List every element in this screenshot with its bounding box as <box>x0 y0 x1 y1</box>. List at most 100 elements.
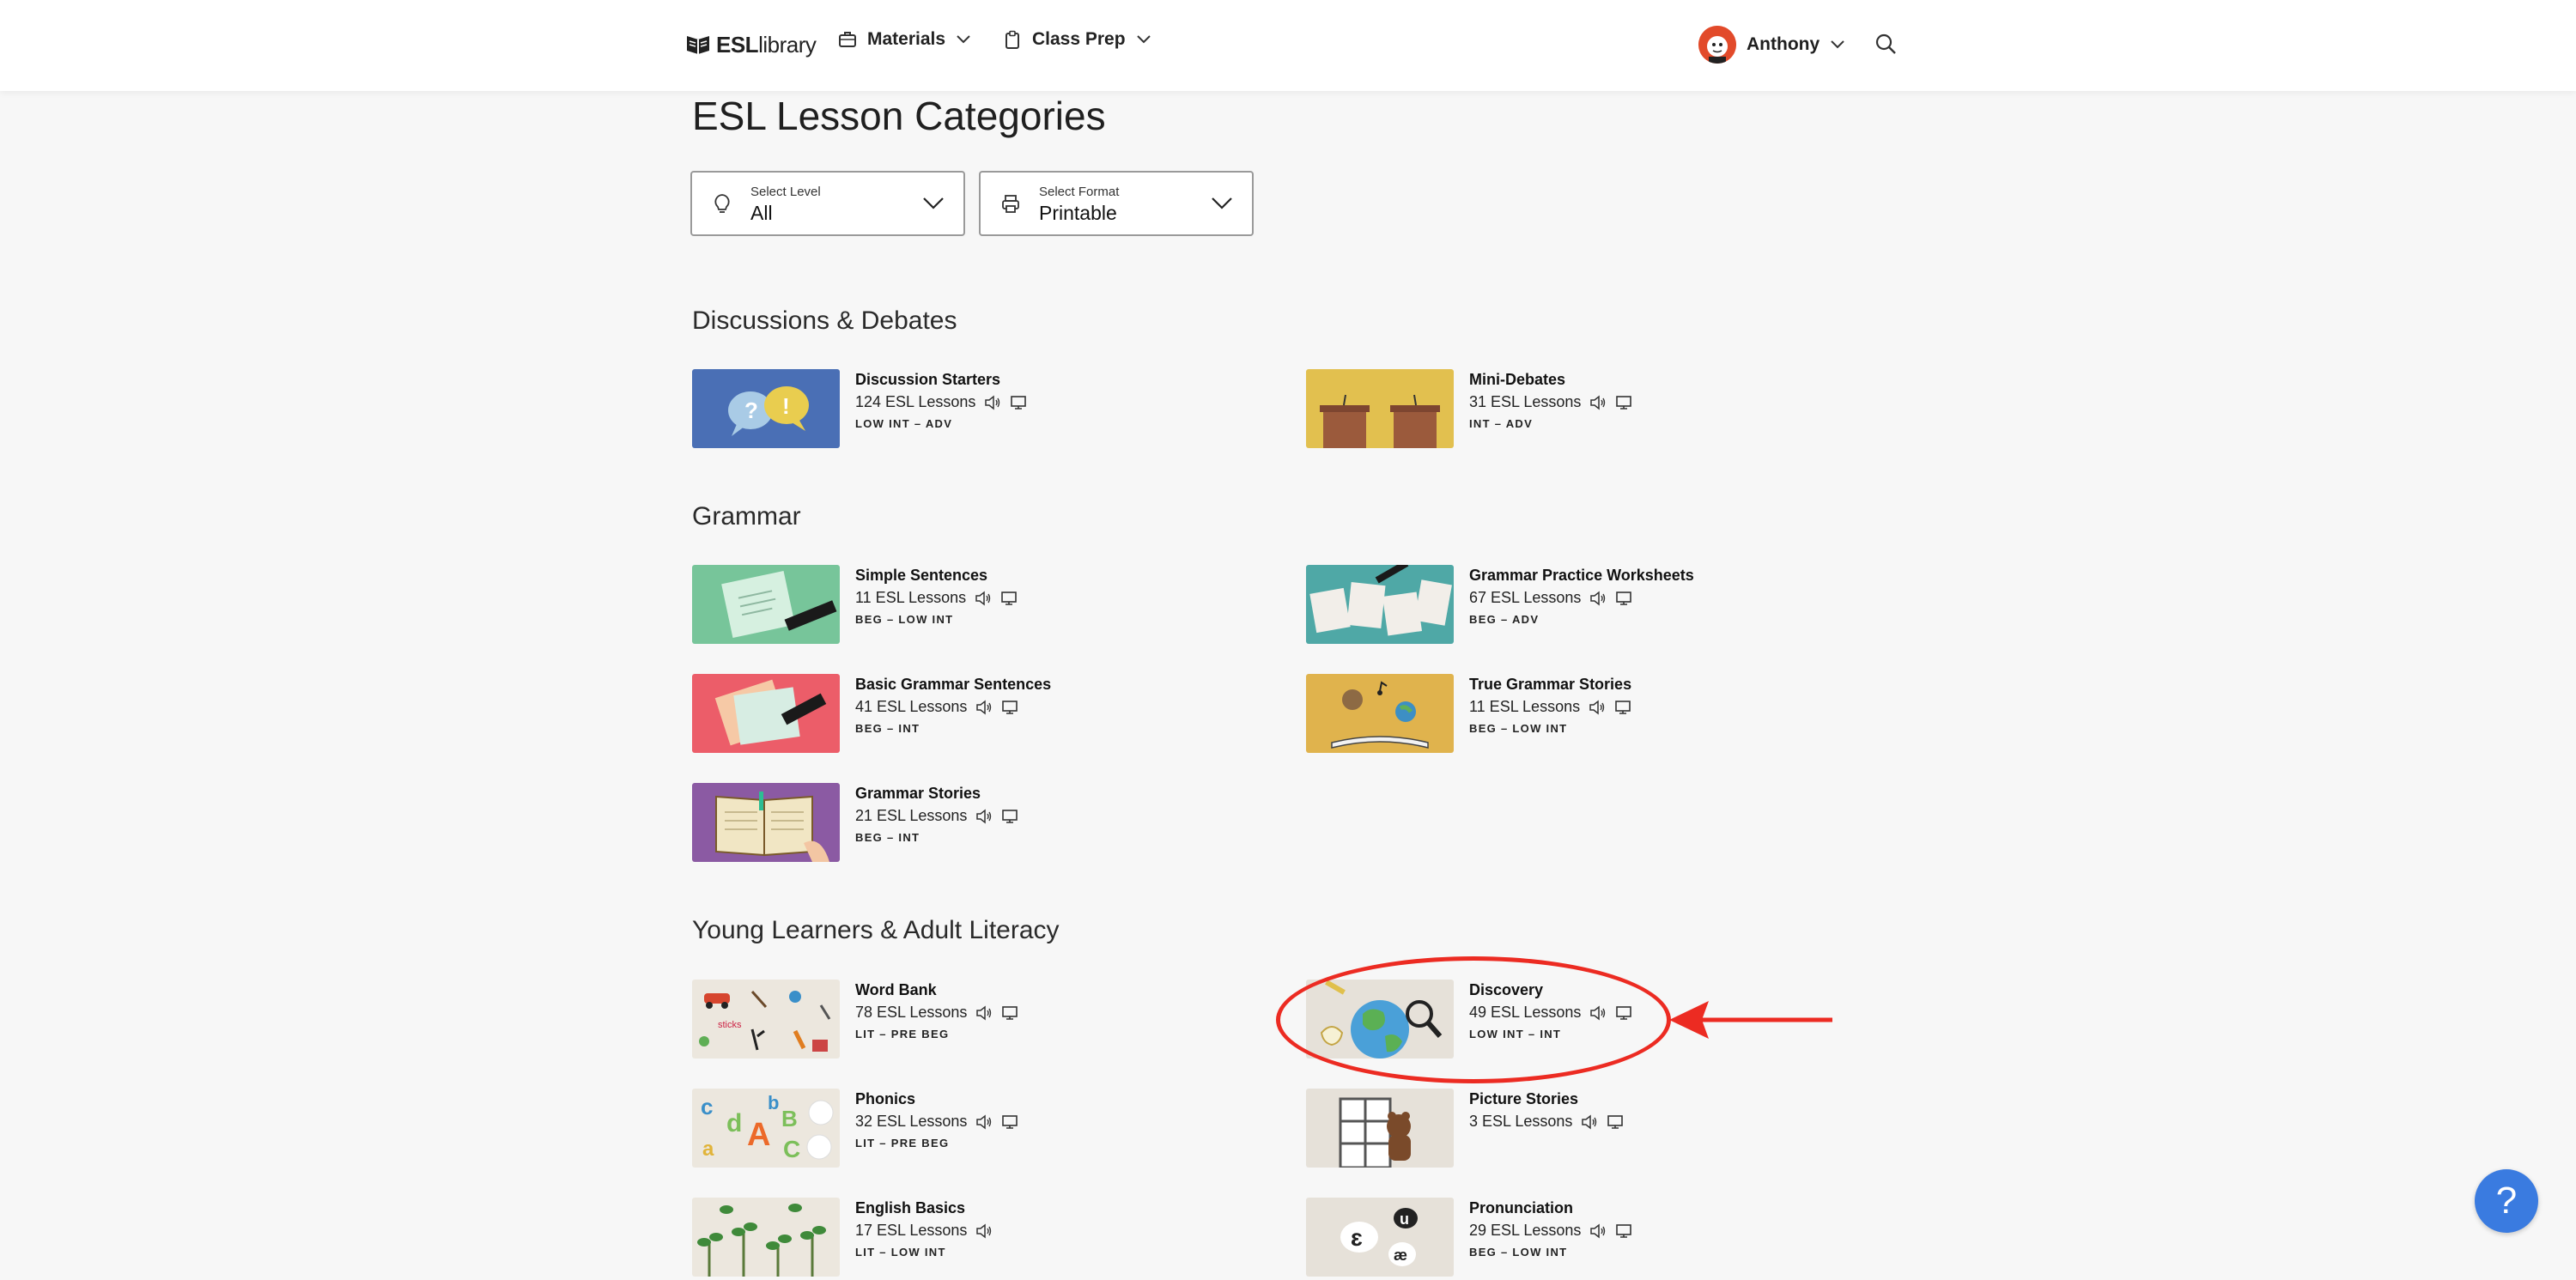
svg-text:C: C <box>783 1136 800 1162</box>
card-meta: 41 ESL Lessons <box>855 698 1018 716</box>
card-meta: 11 ESL Lessons <box>855 589 1018 607</box>
category-card-mini-debates[interactable]: Mini-Debates 31 ESL Lessons INT – ADV <box>1306 369 1907 452</box>
category-card-word-bank[interactable]: sticks Word Bank 78 ESL Lessons LIT – PR… <box>692 980 1293 1062</box>
category-card-true-grammar-stories[interactable]: True Grammar Stories 11 ESL Lessons BEG … <box>1306 674 1907 756</box>
thumbnail-true-grammar-stories <box>1306 674 1454 753</box>
category-card-english-basics[interactable]: English Basics 17 ESL Lessons LIT – LOW … <box>692 1198 1293 1280</box>
svg-text:c: c <box>701 1094 713 1119</box>
level-range: BEG – LOW INT <box>1469 722 1568 735</box>
user-avatar-icon <box>1698 26 1736 64</box>
card-title: Pronunciation <box>1469 1199 1573 1216</box>
category-card-grammar-stories[interactable]: Grammar Stories 21 ESL Lessons BEG – INT <box>692 783 1293 865</box>
esl-library-logo[interactable]: ESLlibrary <box>685 27 817 62</box>
thumbnail-pronunciation: ɛ u æ <box>1306 1198 1454 1277</box>
card-title: Discussion Starters <box>855 371 1001 388</box>
speaker-icon <box>976 699 992 715</box>
svg-text:u: u <box>1400 1210 1409 1228</box>
card-meta: 31 ESL Lessons <box>1469 393 1632 411</box>
lesson-count: 11 ESL Lessons <box>1469 698 1581 715</box>
section-title-young-learners: Young Learners & Adult Literacy <box>692 916 1060 944</box>
card-title: Basic Grammar Sentences <box>855 676 1052 693</box>
clipboard-icon <box>1005 30 1019 49</box>
card-meta: 17 ESL Lessons <box>855 1222 993 1240</box>
card-title: Mini-Debates <box>1469 371 1566 388</box>
speaker-icon <box>976 1222 992 1239</box>
svg-text:æ: æ <box>1394 1247 1407 1264</box>
lesson-count: 124 ESL Lessons <box>855 393 976 410</box>
user-name: Anthony <box>1747 34 1820 54</box>
lesson-count: 32 ESL Lessons <box>855 1113 968 1130</box>
monitor-icon <box>1616 395 1632 409</box>
svg-text:sticks: sticks <box>718 1020 742 1030</box>
level-range: LOW INT – ADV <box>855 417 953 430</box>
category-card-phonics[interactable]: c d A B C a b Phonics 32 ESL Lessons LIT… <box>692 1089 1293 1171</box>
thumbnail-grammar-practice-worksheets <box>1306 565 1454 644</box>
lesson-count: 21 ESL Lessons <box>855 807 968 824</box>
page-title: ESL Lesson Categories <box>692 94 1106 138</box>
lesson-count: 41 ESL Lessons <box>855 698 968 715</box>
avatar <box>1698 26 1736 64</box>
category-card-discussion-starters[interactable]: ? ! Discussion Starters 124 ESL Lessons … <box>692 369 1293 452</box>
speaker-icon <box>976 1004 992 1021</box>
lesson-count: 78 ESL Lessons <box>855 1004 968 1021</box>
monitor-icon <box>1011 395 1027 409</box>
section-title-discussions: Discussions & Debates <box>692 306 957 335</box>
category-card-picture-stories[interactable]: Picture Stories 3 ESL Lessons <box>1306 1089 1907 1171</box>
arrow-left-icon <box>1669 1001 1832 1039</box>
speaker-icon <box>1590 1222 1606 1239</box>
select-format-dropdown[interactable]: Select Format Printable <box>979 171 1254 236</box>
nav-class-prep-label: Class Prep <box>1032 29 1126 49</box>
svg-text:B: B <box>781 1106 798 1131</box>
help-button[interactable]: ? <box>2475 1169 2538 1233</box>
monitor-icon <box>1615 700 1631 714</box>
card-meta: 67 ESL Lessons <box>1469 589 1632 607</box>
speaker-icon <box>976 808 992 824</box>
monitor-icon <box>1616 1223 1632 1238</box>
search-icon[interactable] <box>1874 33 1897 55</box>
card-title: English Basics <box>855 1199 966 1216</box>
card-meta: 78 ESL Lessons <box>855 1004 1018 1022</box>
thumbnail-basic-grammar-sentences <box>692 674 840 753</box>
chevron-down-icon <box>923 197 944 209</box>
thumbnail-grammar-stories <box>692 783 840 862</box>
card-meta: 32 ESL Lessons <box>855 1113 1018 1131</box>
briefcase-icon <box>839 32 856 47</box>
monitor-icon <box>1616 591 1632 605</box>
printer-icon <box>1002 195 1019 213</box>
svg-text:a: a <box>702 1137 714 1161</box>
nav-class-prep[interactable]: Class Prep <box>1003 29 1151 50</box>
monitor-icon <box>1001 591 1017 605</box>
level-range: LIT – PRE BEG <box>855 1137 950 1150</box>
svg-text:?: ? <box>744 397 758 423</box>
speaker-icon <box>1590 590 1606 606</box>
lesson-count: 3 ESL Lessons <box>1469 1113 1573 1130</box>
level-range: INT – ADV <box>1469 417 1534 430</box>
thumbnail-english-basics <box>692 1198 840 1277</box>
level-range: LIT – LOW INT <box>855 1246 946 1259</box>
thumbnail-phonics: c d A B C a b <box>692 1089 840 1168</box>
card-meta: 29 ESL Lessons <box>1469 1222 1632 1240</box>
category-card-simple-sentences[interactable]: Simple Sentences 11 ESL Lessons BEG – LO… <box>692 565 1293 647</box>
category-card-basic-grammar-sentences[interactable]: Basic Grammar Sentences 41 ESL Lessons B… <box>692 674 1293 756</box>
chevron-down-icon <box>1212 197 1232 209</box>
category-card-pronunciation[interactable]: ɛ u æ Pronunciation 29 ESL Lessons BEG –… <box>1306 1198 1907 1280</box>
card-meta: 3 ESL Lessons <box>1469 1113 1624 1131</box>
level-range: BEG – LOW INT <box>855 613 954 626</box>
monitor-icon <box>1002 700 1018 714</box>
thumbnail-word-bank: sticks <box>692 980 840 1059</box>
thumbnail-mini-debates <box>1306 369 1454 448</box>
lesson-count: 31 ESL Lessons <box>1469 393 1582 410</box>
select-level-dropdown[interactable]: Select Level All <box>690 171 965 236</box>
logo-text-bold: ESL <box>716 31 759 58</box>
nav-materials-label: Materials <box>867 29 946 49</box>
monitor-icon <box>1002 809 1018 823</box>
monitor-icon <box>1002 1005 1018 1020</box>
card-title: Word Bank <box>855 981 937 998</box>
category-card-grammar-practice-worksheets[interactable]: Grammar Practice Worksheets 67 ESL Lesso… <box>1306 565 1907 647</box>
card-meta: 124 ESL Lessons <box>855 393 1027 411</box>
nav-materials[interactable]: Materials <box>838 29 971 50</box>
user-menu[interactable]: Anthony <box>1698 26 1845 64</box>
thumbnail-discussion-starters: ? ! <box>692 369 840 448</box>
card-title: Simple Sentences <box>855 567 988 584</box>
svg-text:A: A <box>747 1117 770 1153</box>
